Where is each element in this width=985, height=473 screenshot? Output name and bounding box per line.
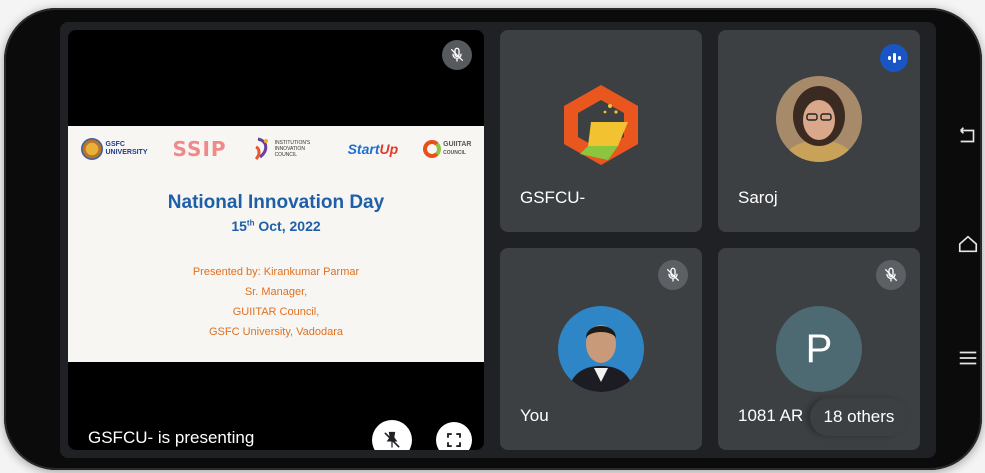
participant-name: 1081 AR xyxy=(738,406,804,425)
ssip-logo: SSIP xyxy=(172,137,227,161)
participant-tile-gsfcu[interactable]: GSFCU- xyxy=(500,30,702,232)
saroj-avatar xyxy=(776,76,862,162)
startup-logo-start: Start xyxy=(347,141,380,157)
startup-logo-up: Up xyxy=(379,141,399,157)
slide-role: Sr. Manager, xyxy=(244,286,308,298)
participant-tile-you[interactable]: You xyxy=(500,248,702,450)
slide-presenter: Presented by: Kirankumar Parmar xyxy=(192,266,360,278)
meet-screen: GSFC UNIVERSITY SSIP INSTITUTION'S INNOVA… xyxy=(60,22,936,458)
unpin-icon xyxy=(384,431,400,448)
slide-logos: GSFC UNIVERSITY SSIP INSTITUTION'S INNOVA… xyxy=(68,132,484,166)
mic-off-icon xyxy=(442,40,472,70)
presenting-label: GSFCU- is presenting xyxy=(88,428,255,447)
others-chip[interactable]: 18 others xyxy=(810,398,908,436)
participant-name: GSFCU- xyxy=(520,188,586,207)
gsfc-university-logo: GSFC UNIVERSITY xyxy=(80,138,148,160)
startup-logo: StartUp xyxy=(348,141,399,157)
menu-icon[interactable] xyxy=(954,344,982,372)
phone-frame: GSFC UNIVERSITY SSIP INSTITUTION'S INNOVA… xyxy=(4,8,982,470)
mic-off-icon xyxy=(658,260,688,290)
fullscreen-icon xyxy=(447,433,461,447)
fullscreen-button[interactable] xyxy=(436,422,472,450)
gsfcu-avatar xyxy=(558,82,644,168)
shared-slide: GSFC UNIVERSITY SSIP INSTITUTION'S INNOVA… xyxy=(68,126,484,362)
gsfc-logo-subtext: UNIVERSITY xyxy=(105,149,148,156)
iic-logo-text: INSTITUTION'S INNOVATION COUNCIL xyxy=(274,140,311,158)
you-avatar xyxy=(558,306,644,392)
home-icon[interactable] xyxy=(954,230,982,258)
iic-bulb-icon xyxy=(252,137,272,161)
gsfc-seal-icon xyxy=(80,138,103,160)
iic-logo: INSTITUTION'S INNOVATION COUNCIL xyxy=(252,137,323,161)
guiitar-g-icon xyxy=(423,140,442,158)
guiitar-logo: GUIITAR COUNCIL xyxy=(423,140,471,158)
unpin-button[interactable] xyxy=(372,420,412,450)
slide-date: 15th Oct, 2022 xyxy=(68,218,484,234)
participant-name: You xyxy=(520,406,549,425)
participant-tile-saroj[interactable]: Saroj xyxy=(718,30,920,232)
slide-council: GUIITAR Council, xyxy=(232,306,320,318)
presentation-tile[interactable]: GSFC UNIVERSITY SSIP INSTITUTION'S INNOVA… xyxy=(68,30,484,450)
slide-title: National Innovation Day xyxy=(167,192,385,213)
slide-date-rest: Oct, 2022 xyxy=(254,218,321,234)
slide-date-day: 15 xyxy=(231,218,247,234)
gsfc-logo-text: GSFC xyxy=(105,141,125,148)
participant-name: Saroj xyxy=(738,188,778,207)
avatar-initial: P xyxy=(776,306,862,392)
back-icon[interactable] xyxy=(954,122,982,150)
audio-wave-icon xyxy=(880,44,908,72)
guiitar-logo-text: GUIITAR xyxy=(443,141,472,148)
slide-university: GSFC University, Vadodara xyxy=(208,326,344,338)
mic-off-icon xyxy=(876,260,906,290)
guiitar-logo-subtext: COUNCIL xyxy=(443,150,466,156)
